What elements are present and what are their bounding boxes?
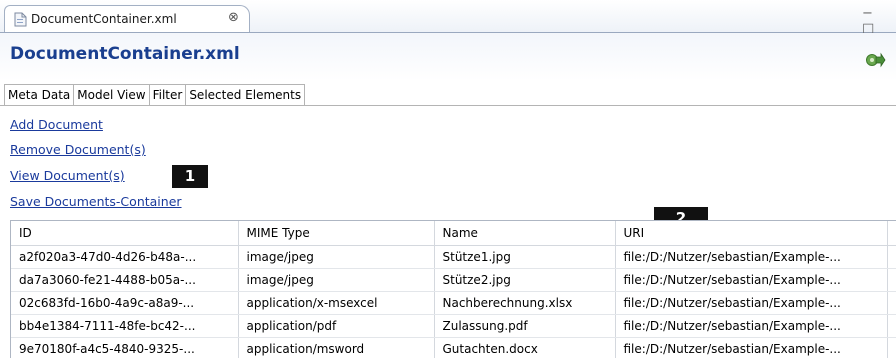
cell-filler [887,245,896,269]
cell-name: Gutachten.docx [434,337,616,358]
column-header-name[interactable]: Name [434,221,616,246]
column-header-id[interactable]: ID [11,221,239,246]
page-title: DocumentContainer.xml [10,44,240,64]
table-row[interactable]: da7a3060-fe21-4488-b05a-... image/jpeg S… [11,268,896,292]
cell-name: Zulassung.pdf [434,314,616,338]
cell-name: Stütze2.jpg [434,268,616,292]
table-row[interactable]: bb4e1384-7111-48fe-bc42-... application/… [11,314,896,338]
table-header-row: ID MIME Type Name URI [11,221,896,246]
view-documents-link[interactable]: View Document(s) [10,168,125,183]
tabs-divider [0,105,896,106]
editor-tab-document-container[interactable]: DocumentContainer.xml ⊗ [4,5,250,32]
cell-name: Nachberechnung.xlsx [434,291,616,315]
table-row[interactable]: 02c683fd-16b0-4a9c-a8a9-... application/… [11,291,896,315]
column-header-filler [887,221,896,246]
cell-id: bb4e1384-7111-48fe-bc42-... [11,314,239,338]
add-document-link[interactable]: Add Document [10,117,103,132]
editor-tab-title: DocumentContainer.xml [31,12,177,26]
form-page-tabs: Meta Data Model View Filter Selected Ele… [4,84,306,106]
xml-file-icon [14,12,27,27]
cell-filler [887,314,896,338]
editor-tab-bar: DocumentContainer.xml ⊗ − □ [0,0,896,36]
cell-uri: file:/D:/Nutzer/sebastian/Example-... [615,314,888,338]
cell-id: 02c683fd-16b0-4a9c-a8a9-... [11,291,239,315]
table-row[interactable]: a2f020a3-47d0-4d26-b48a-... image/jpeg S… [11,245,896,269]
cell-mime-type: application/pdf [238,314,435,338]
cell-id: a2f020a3-47d0-4d26-b48a-... [11,245,239,269]
tab-filter[interactable]: Filter [148,84,186,106]
cell-filler [887,268,896,292]
cell-filler [887,337,896,358]
close-icon[interactable]: ⊗ [228,10,239,25]
cell-mime-type: application/msword [238,337,435,358]
save-documents-container-link[interactable]: Save Documents-Container [10,194,182,209]
cell-mime-type: image/jpeg [238,268,435,292]
tab-selected-elements[interactable]: Selected Elements [185,84,306,106]
column-header-uri[interactable]: URI [615,221,888,246]
cell-name: Stütze1.jpg [434,245,616,269]
run-icon[interactable] [864,52,886,68]
cell-uri: file:/D:/Nutzer/sebastian/Example-... [615,245,888,269]
cell-id: da7a3060-fe21-4488-b05a-... [11,268,239,292]
cell-mime-type: application/x-msexcel [238,291,435,315]
cell-id: 9e70180f-a4c5-4840-9325-... [11,337,239,358]
cell-uri: file:/D:/Nutzer/sebastian/Example-... [615,268,888,292]
cell-filler [887,291,896,315]
table-row[interactable]: 9e70180f-a4c5-4840-9325-... application/… [11,337,896,358]
window-controls[interactable]: − □ [862,6,896,36]
form-header: DocumentContainer.xml [0,33,896,81]
remove-documents-link[interactable]: Remove Document(s) [10,142,146,157]
column-header-mime-type[interactable]: MIME Type [238,221,435,246]
cell-uri: file:/D:/Nutzer/sebastian/Example-... [615,337,888,358]
cell-mime-type: image/jpeg [238,245,435,269]
documents-table: ID MIME Type Name URI a2f020a3-47d0-4d26… [10,220,896,358]
cell-uri: file:/D:/Nutzer/sebastian/Example-... [615,291,888,315]
tab-meta-data[interactable]: Meta Data [4,84,74,106]
tab-model-view[interactable]: Model View [73,84,149,106]
callout-badge-1: 1 [172,165,208,188]
